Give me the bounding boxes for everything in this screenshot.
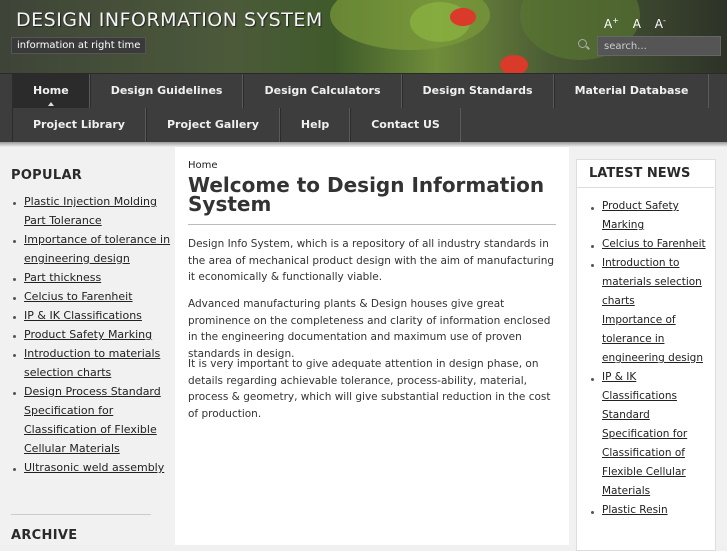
list-item: IP & IK Classifications (591, 368, 706, 406)
list-item: Importance of tolerance in engineering d… (13, 230, 173, 268)
list-item: IP & IK Classifications (13, 306, 173, 325)
nav-design-standards[interactable]: Design Standards (401, 74, 554, 108)
nav-design-calculators[interactable]: Design Calculators (243, 74, 402, 108)
font-reset-button[interactable]: A (633, 17, 641, 31)
nav-home[interactable]: Home (12, 74, 90, 108)
list-item: Introduction to materials selection char… (591, 254, 706, 311)
font-increase-button[interactable]: A+ (604, 16, 619, 31)
popular-link[interactable]: Importance of tolerance in engineering d… (24, 233, 170, 265)
news-link[interactable]: IP & IK Classifications (602, 371, 677, 402)
nav-row-2: Project Library Project Gallery Help Con… (12, 108, 461, 142)
nav-contact-us[interactable]: Contact US (350, 108, 461, 142)
latest-news-heading: LATEST NEWS (589, 166, 691, 181)
popular-link[interactable]: Product Safety Marking (24, 328, 152, 341)
popular-link[interactable]: Plastic Injection Molding Part Tolerance (24, 195, 157, 227)
list-item: Importance of tolerance in engineering d… (591, 311, 706, 368)
body-paragraph: It is very important to give adequate at… (188, 358, 551, 420)
banner-frog-eye (450, 8, 476, 26)
popular-link[interactable]: Design Process Standard Specification fo… (24, 385, 161, 455)
list-item: Product Safety Marking (591, 197, 706, 235)
archive-heading: ARCHIVE (11, 528, 78, 543)
popular-link[interactable]: Introduction to materials selection char… (24, 347, 160, 379)
list-item: Product Safety Marking (13, 325, 173, 344)
news-link[interactable]: Product Safety Marking (602, 200, 679, 231)
nav-help[interactable]: Help (279, 108, 351, 142)
search-icon (578, 39, 587, 48)
intro-paragraph: Design Info System, which is a repositor… (188, 238, 555, 283)
news-link[interactable]: Introduction to materials selection char… (602, 257, 702, 307)
nav-row-1: Home Design Guidelines Design Calculator… (12, 74, 710, 108)
body-paragraph: Advanced manufacturing plants & Design h… (188, 298, 551, 360)
nav-project-library[interactable]: Project Library (12, 108, 146, 142)
popular-heading: POPULAR (11, 168, 83, 183)
list-item: Plastic Resin (591, 501, 706, 520)
popular-link[interactable]: IP & IK Classifications (24, 309, 142, 322)
popular-list: Plastic Injection Molding Part Tolerance… (13, 192, 173, 477)
list-item: Celcius to Farenheit (591, 235, 706, 254)
list-item: Celcius to Farenheit (13, 287, 173, 306)
news-divider (577, 187, 714, 188)
popular-link[interactable]: Part thickness (24, 271, 101, 284)
list-item: Part thickness (13, 268, 173, 287)
list-item: Plastic Injection Molding Part Tolerance (13, 192, 173, 230)
header-banner: DESIGN INFORMATION SYSTEM information at… (0, 0, 727, 73)
main-navigation: Home Design Guidelines Design Calculator… (0, 73, 727, 143)
list-item: Introduction to materials selection char… (13, 344, 173, 382)
breadcrumb[interactable]: Home (188, 160, 218, 171)
font-size-controls: A+ A A- (604, 16, 676, 31)
sidebar-divider (11, 514, 151, 515)
popular-link[interactable]: Celcius to Farenheit (24, 290, 133, 303)
font-decrease-button[interactable]: A- (655, 16, 666, 31)
news-link[interactable]: Importance of tolerance in engineering d… (602, 314, 703, 364)
nav-material-database[interactable]: Material Database (553, 74, 710, 108)
popular-link[interactable]: Ultrasonic weld assembly (24, 461, 164, 474)
site-tagline: information at right time (11, 37, 147, 54)
news-link[interactable]: Celcius to Farenheit (602, 238, 706, 250)
latest-news-list: Product Safety Marking Celcius to Farenh… (591, 197, 706, 520)
nav-design-guidelines[interactable]: Design Guidelines (89, 74, 244, 108)
page-title: Welcome to Design Information System (188, 173, 545, 216)
news-link[interactable]: Plastic Resin (602, 504, 668, 516)
list-item: Ultrasonic weld assembly (13, 458, 173, 477)
news-link[interactable]: Standard Specification for Classificatio… (602, 409, 687, 497)
list-item: Standard Specification for Classificatio… (591, 406, 706, 501)
search-input[interactable] (597, 36, 721, 56)
site-title[interactable]: DESIGN INFORMATION SYSTEM (16, 9, 323, 31)
title-divider (188, 224, 556, 225)
banner-frog-eye-2 (500, 55, 528, 73)
nav-project-gallery[interactable]: Project Gallery (145, 108, 280, 142)
list-item: Design Process Standard Specification fo… (13, 382, 173, 458)
